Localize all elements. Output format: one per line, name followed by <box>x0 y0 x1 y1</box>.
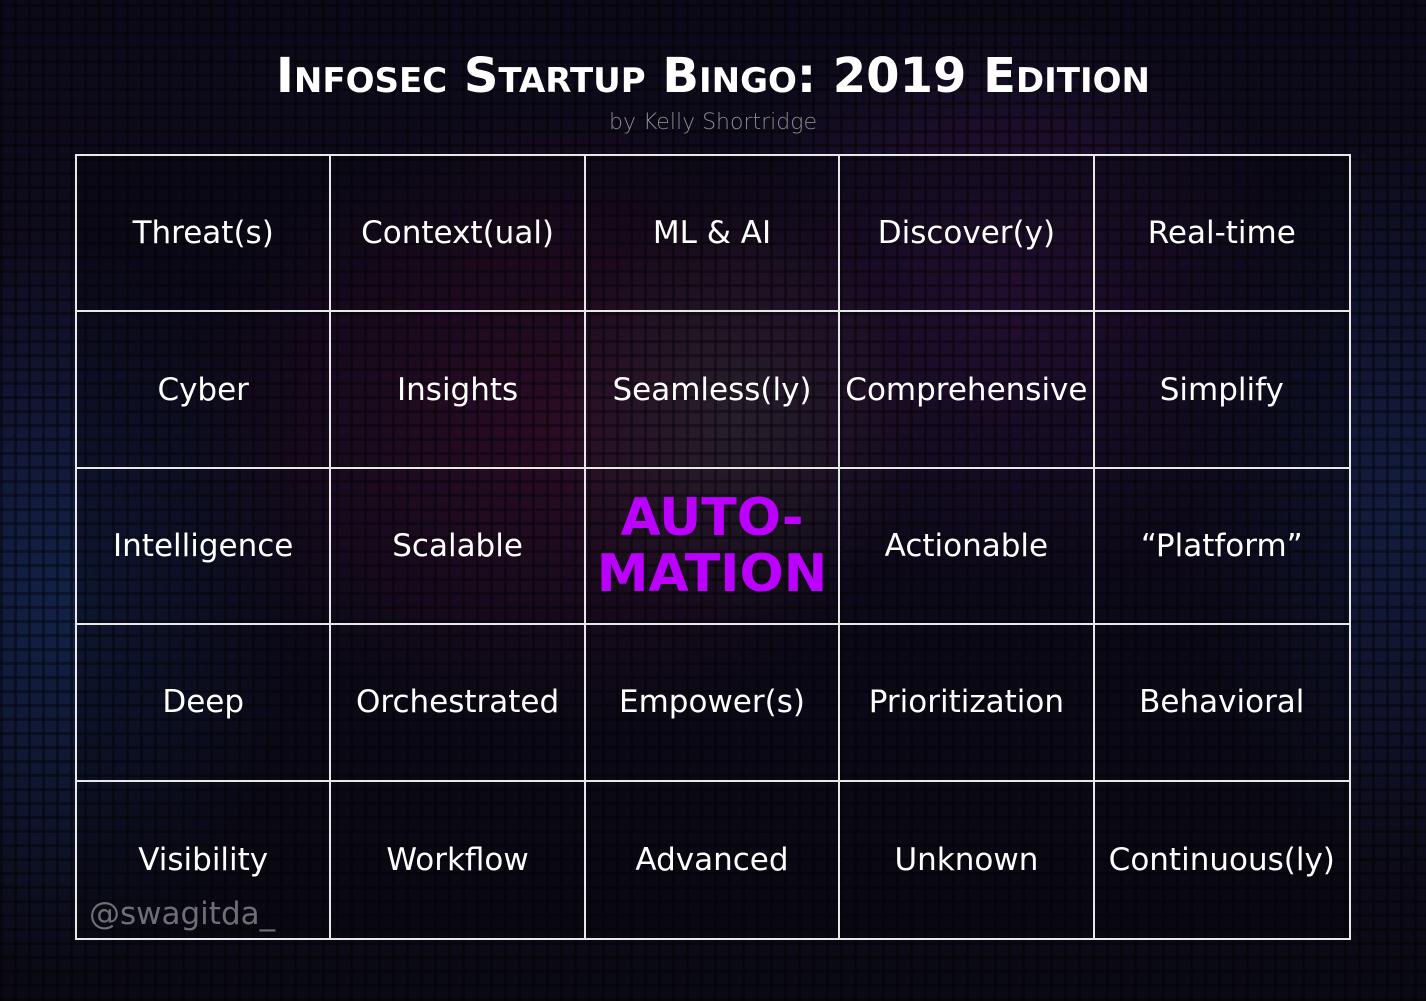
cell-label: Orchestrated <box>356 684 560 721</box>
bingo-cell: Discover(y) <box>840 156 1095 313</box>
cell-label: Context(ual) <box>361 215 555 252</box>
cell-label: Prioritization <box>868 684 1065 721</box>
bingo-board: Threat(s) Context(ual) ML & AI Discover(… <box>75 154 1351 940</box>
bingo-cell: Advanced <box>585 781 841 938</box>
cell-label: Advanced <box>635 841 789 878</box>
bingo-cell: Simplify <box>1094 312 1349 469</box>
cell-label: ML & AI <box>652 215 772 252</box>
bingo-cell: Seamless(ly) <box>585 312 841 469</box>
bingo-cell: Insights <box>331 312 586 469</box>
cell-label: Intelligence <box>113 527 294 564</box>
bingo-cell: Actionable <box>840 468 1095 626</box>
cell-label: Behavioral <box>1139 684 1305 721</box>
free-space-cell: AUTO- MATION <box>585 468 841 626</box>
bingo-cell: Orchestrated <box>331 625 586 782</box>
cell-label: Real-time <box>1147 215 1296 252</box>
bingo-cell: Unknown <box>840 781 1095 938</box>
bingo-cell: Threat(s) <box>77 156 332 313</box>
cell-label: Workflow <box>386 841 529 878</box>
bingo-cell: Scalable <box>331 468 586 626</box>
bingo-cell: Cyber <box>77 312 332 469</box>
free-space-label: AUTO- MATION <box>596 487 828 604</box>
bingo-cell: Intelligence <box>77 468 332 626</box>
page-title: Infosec Startup Bingo: 2019 Edition <box>276 48 1150 104</box>
bingo-cell: Real-time <box>1094 156 1349 313</box>
cell-label: “Platform” <box>1140 527 1303 564</box>
bingo-cell: “Platform” <box>1094 468 1349 626</box>
bingo-cell: Behavioral <box>1094 625 1349 782</box>
cell-label: Unknown <box>894 841 1039 878</box>
cell-label: Deep <box>162 684 245 721</box>
cell-label: Actionable <box>884 527 1049 564</box>
cell-label: Empower(s) <box>619 684 805 721</box>
cell-label: Discover(y) <box>877 215 1056 252</box>
cell-label: Scalable <box>392 527 523 564</box>
author-byline: by Kelly Shortridge <box>609 110 817 135</box>
cell-label: Seamless(ly) <box>612 371 812 408</box>
cell-label: Threat(s) <box>132 215 274 252</box>
cell-label: Comprehensive <box>845 371 1088 408</box>
cell-label: Continuous(ly) <box>1108 841 1335 878</box>
bingo-cell: Context(ual) <box>331 156 586 313</box>
bingo-cell: Workflow <box>331 781 586 938</box>
bingo-cell: Continuous(ly) <box>1094 781 1349 938</box>
bingo-cell: Prioritization <box>840 625 1095 782</box>
bingo-cell: Comprehensive <box>840 312 1095 469</box>
bingo-cell: ML & AI <box>585 156 841 313</box>
cell-label: Simplify <box>1159 371 1284 408</box>
bingo-cell: Visibility @swagitda_ <box>77 781 332 938</box>
cell-label: Visibility <box>138 841 269 878</box>
bingo-cell: Empower(s) <box>585 625 841 782</box>
cell-label: Insights <box>397 371 519 408</box>
watermark-handle: @swagitda_ <box>89 895 276 932</box>
cell-label: Cyber <box>157 371 249 408</box>
bingo-cell: Deep <box>77 625 332 782</box>
